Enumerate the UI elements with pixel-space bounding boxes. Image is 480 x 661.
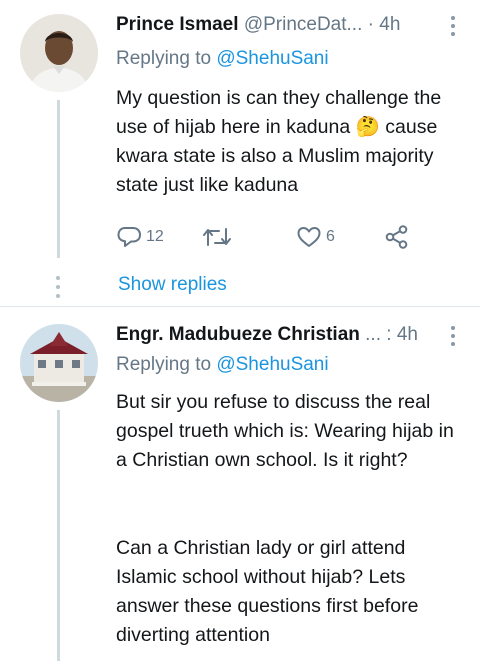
retweet-icon bbox=[203, 228, 231, 246]
replying-to: Replying to @ShehuSani bbox=[116, 48, 329, 70]
tweet-1[interactable]: Prince Ismael @PrinceDat... · 4h Replyin… bbox=[0, 14, 480, 304]
user-handle[interactable]: ... bbox=[365, 324, 381, 345]
tweet-text-paragraph-2: Can a Christian lady or girl attend Isla… bbox=[116, 537, 419, 646]
more-icon[interactable] bbox=[450, 16, 456, 40]
replying-to: Replying to @ShehuSani bbox=[116, 354, 329, 376]
user-handle[interactable]: @PrinceDat... bbox=[244, 14, 363, 35]
tweet-2[interactable]: Engr. Madubueze Christian ... : 4h Reply… bbox=[0, 324, 480, 661]
timestamp[interactable]: : 4h bbox=[386, 324, 418, 345]
display-name[interactable]: Prince Ismael bbox=[116, 14, 239, 35]
thread-line bbox=[57, 100, 60, 258]
timestamp[interactable]: · 4h bbox=[368, 14, 401, 35]
thread-line bbox=[57, 410, 60, 661]
more-icon[interactable] bbox=[450, 326, 456, 350]
divider bbox=[0, 306, 480, 307]
reply-button[interactable]: 12 bbox=[116, 222, 164, 252]
share-icon bbox=[385, 225, 408, 249]
more-replies-dots-icon bbox=[56, 276, 60, 303]
reply-icon bbox=[117, 227, 141, 247]
mention-link[interactable]: @ShehuSani bbox=[216, 354, 328, 375]
avatar[interactable] bbox=[20, 324, 98, 402]
avatar[interactable] bbox=[20, 14, 98, 92]
like-count: 6 bbox=[326, 228, 335, 245]
tweet-text: But sir you refuse to discuss the real g… bbox=[116, 391, 454, 471]
display-name[interactable]: Engr. Madubueze Christian bbox=[116, 324, 360, 345]
replying-to-label: Replying to bbox=[116, 354, 212, 375]
action-bar: 12 6 bbox=[116, 222, 416, 252]
replying-to-label: Replying to bbox=[116, 48, 212, 69]
like-icon bbox=[297, 227, 321, 247]
show-replies-link[interactable]: Show replies bbox=[118, 274, 227, 296]
tweet-text: My question is can they challenge the us… bbox=[116, 87, 442, 196]
reply-count: 12 bbox=[146, 228, 164, 245]
like-button[interactable]: 6 bbox=[296, 222, 335, 252]
tweet-header: Engr. Madubueze Christian ... : 4h bbox=[116, 324, 480, 354]
mention-link[interactable]: @ShehuSani bbox=[216, 48, 328, 69]
retweet-button[interactable] bbox=[202, 222, 236, 252]
tweet-header: Prince Ismael @PrinceDat... · 4h bbox=[116, 14, 480, 44]
share-button[interactable] bbox=[384, 222, 410, 252]
